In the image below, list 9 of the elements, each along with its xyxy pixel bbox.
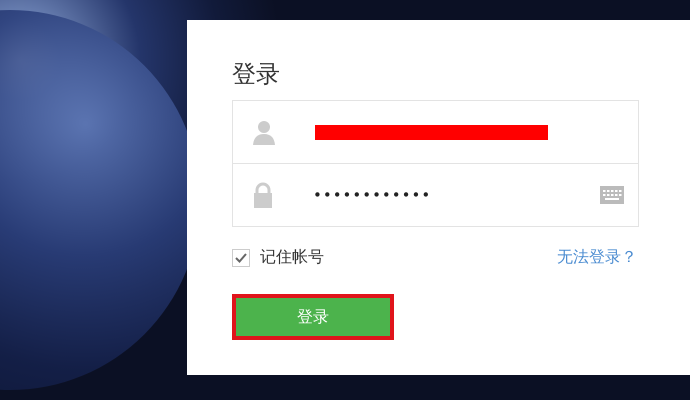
check-icon — [235, 252, 247, 262]
remember-checkbox[interactable] — [232, 248, 250, 266]
cannot-login-link[interactable]: 无法登录？ — [557, 247, 637, 268]
password-field[interactable]: •••••••••••• — [313, 186, 560, 204]
user-icon — [253, 119, 275, 145]
lock-icon — [253, 182, 273, 208]
login-button[interactable]: 登录 — [232, 294, 394, 340]
remember-label: 记住帐号 — [260, 247, 324, 268]
login-title: 登录 — [232, 59, 281, 90]
